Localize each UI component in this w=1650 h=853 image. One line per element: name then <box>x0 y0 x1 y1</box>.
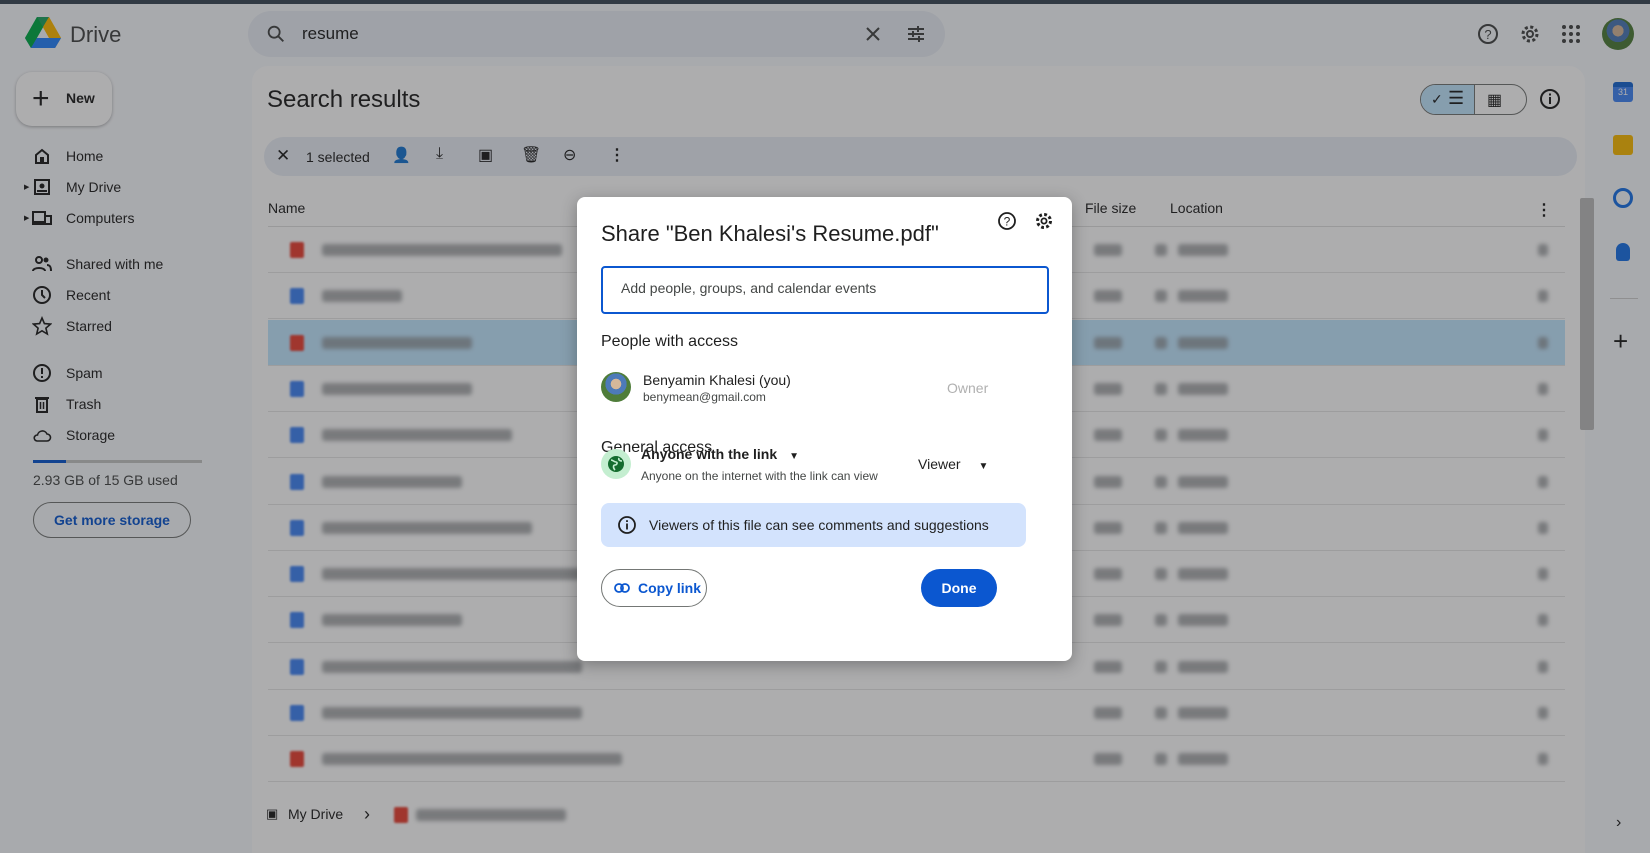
add-people-input[interactable]: Add people, groups, and calendar events <box>601 266 1049 314</box>
person-name: Benyamin Khalesi (you) <box>643 372 791 388</box>
info-icon <box>618 516 636 534</box>
dropdown-arrow-icon: ▼ <box>978 461 989 472</box>
people-with-access-heading: People with access <box>601 333 738 350</box>
done-button[interactable]: Done <box>921 569 997 607</box>
access-label: Anyone with the link <box>641 446 778 462</box>
share-dialog: Share "Ben Khalesi's Resume.pdf" ? Add p… <box>577 197 1072 661</box>
svg-text:?: ? <box>1004 215 1011 229</box>
dialog-title: Share "Ben Khalesi's Resume.pdf" <box>601 221 939 246</box>
role-dropdown[interactable]: Viewer ▼ <box>918 456 988 472</box>
banner-text: Viewers of this file can see comments an… <box>649 517 989 533</box>
settings-gear-icon[interactable] <box>1033 210 1055 232</box>
copy-link-label: Copy link <box>638 580 702 596</box>
person-email: benymean@gmail.com <box>643 390 766 404</box>
copy-link-button[interactable]: Copy link <box>601 569 707 607</box>
role-label: Viewer <box>918 456 961 472</box>
link-icon <box>614 583 630 593</box>
person-avatar <box>601 372 631 402</box>
access-description: Anyone on the internet with the link can… <box>641 469 878 483</box>
general-access-dropdown[interactable]: Anyone with the link ▼ <box>641 446 799 462</box>
info-banner: Viewers of this file can see comments an… <box>601 503 1026 547</box>
help-icon[interactable]: ? <box>996 210 1018 232</box>
person-role: Owner <box>947 380 989 396</box>
dropdown-arrow-icon: ▼ <box>789 451 800 462</box>
globe-icon <box>601 449 631 479</box>
